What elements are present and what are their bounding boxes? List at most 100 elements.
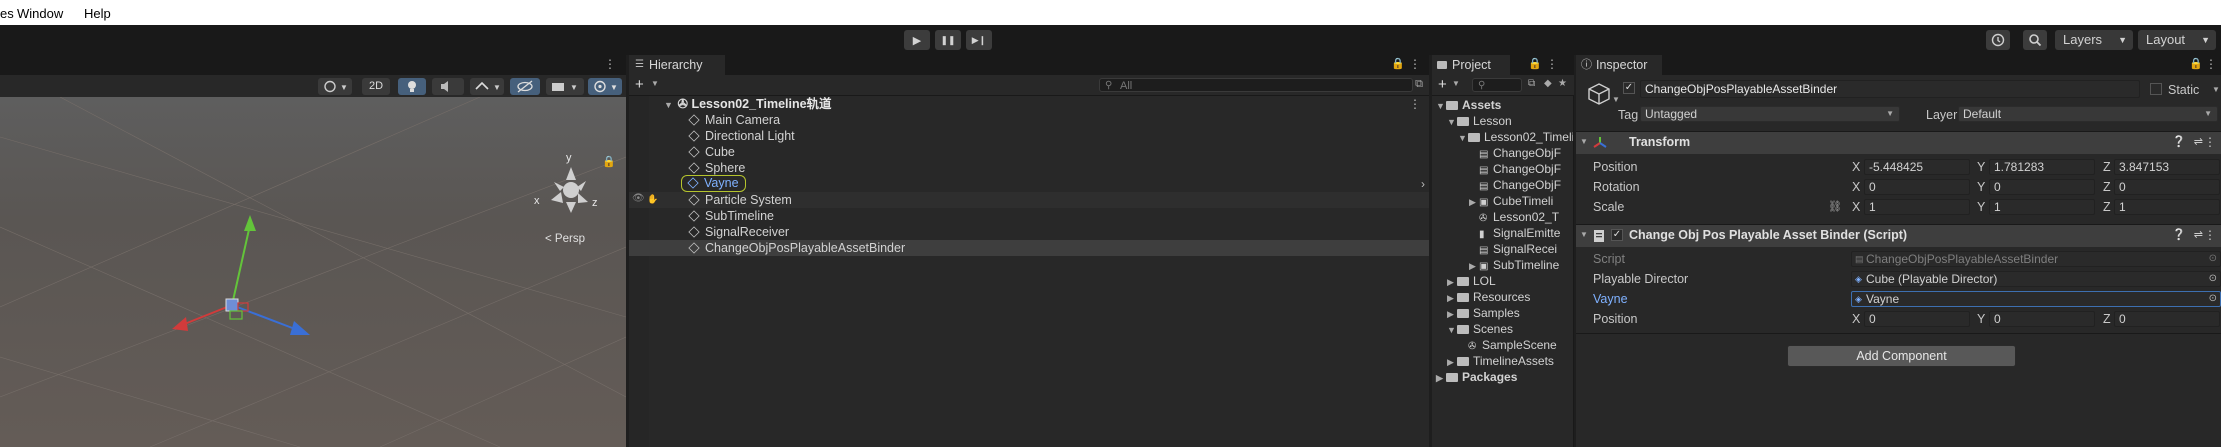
list-item[interactable]: SignalReceiver (688, 224, 789, 240)
project-tree-item[interactable]: ▼ Scenes (1447, 321, 1513, 337)
collapse-arrow-icon[interactable]: ▶ (1469, 194, 1479, 210)
axis-y-label[interactable]: Y (1977, 160, 1985, 174)
add-button[interactable]: + (635, 76, 644, 93)
axis-z-label[interactable]: Z (2103, 180, 2111, 194)
filter-type-icon[interactable]: ⧉ (1528, 78, 1535, 89)
add-component-button[interactable]: Add Component (1787, 345, 2016, 367)
step-button[interactable]: ▶❙ (966, 30, 992, 50)
rotation-x-field[interactable]: 0 (1864, 179, 1970, 195)
project-tree-item[interactable]: ▮ SignalEmitte (1469, 225, 1560, 241)
object-name-input[interactable]: ChangeObjPosPlayableAssetBinder (1640, 80, 2140, 98)
script-component-header[interactable]: ▼ ✓ Change Obj Pos Playable Asset Binder… (1576, 224, 2221, 247)
project-tree-item[interactable]: ▶ Resources (1447, 289, 1530, 305)
rotation-y-field[interactable]: 0 (1989, 179, 2095, 195)
list-item[interactable]: Sphere (688, 160, 745, 176)
presets-icon[interactable]: ⇌ (2194, 135, 2203, 148)
play-button[interactable]: ▶ (904, 30, 930, 50)
project-tree-item[interactable]: ▶ Samples (1447, 305, 1520, 321)
chevron-down-icon[interactable]: ▼ (651, 79, 659, 88)
collapse-arrow-icon[interactable]: ▶ (1469, 258, 1479, 274)
project-tree-item[interactable]: ▶ ▣ CubeTimeli (1469, 193, 1553, 209)
position-y-field[interactable]: 1.781283 (1989, 159, 2095, 175)
component-enabled-checkbox[interactable]: ✓ (1611, 229, 1623, 241)
layer-dropdown[interactable]: Default ▼ (1958, 106, 2218, 122)
tab-hierarchy[interactable]: ☰ Hierarchy (629, 55, 725, 75)
gizmos-icon[interactable]: ▼ (588, 78, 622, 95)
perspective-label[interactable]: < Persp (545, 233, 585, 245)
collapse-arrow-icon[interactable]: ▶ (1447, 274, 1457, 290)
object-picker-icon[interactable]: ⊙ (2209, 292, 2217, 306)
project-tree-item[interactable]: ▶ LOL (1447, 273, 1496, 289)
list-item[interactable]: Cube (688, 144, 735, 160)
scene-viewport[interactable]: y x z 🔒 < Persp (0, 97, 626, 447)
help-icon[interactable]: ❔ (2172, 228, 2186, 241)
effects-icon[interactable]: ▼ (470, 78, 504, 95)
axis-x-label[interactable]: X (1852, 160, 1860, 174)
component-menu-icon[interactable]: ⋮ (2204, 228, 2216, 242)
add-button[interactable]: + (1438, 76, 1447, 93)
chevron-down-icon[interactable]: ▼ (2212, 85, 2220, 94)
chevron-right-icon[interactable]: › (1421, 177, 1425, 191)
axis-z-label[interactable]: Z (2103, 160, 2111, 174)
project-tree-item[interactable]: ▼ Lesson (1447, 113, 1512, 129)
axis-y-label[interactable]: Y (1977, 200, 1985, 214)
hierarchy-search-input[interactable]: ⚲ All (1099, 78, 1413, 92)
expand-arrow-icon[interactable]: ▼ (1580, 230, 1588, 239)
rotation-z-field[interactable]: 0 (2114, 179, 2220, 195)
layers-dropdown[interactable]: Layers ▼ (2055, 30, 2133, 50)
expand-arrow-icon[interactable]: ▼ (1580, 137, 1588, 146)
pause-button[interactable]: ❚❚ (935, 30, 961, 50)
filter-label-icon[interactable]: ◆ (1544, 78, 1552, 89)
link-icon[interactable]: ⛓ (1828, 200, 1842, 213)
collapse-arrow-icon[interactable]: ▶ (1436, 370, 1446, 386)
expand-arrow-icon[interactable]: ▼ (1447, 114, 1457, 130)
script-position-y-field[interactable]: 0 (1989, 311, 2095, 327)
more-options-icon[interactable]: ⋮ (2205, 57, 2217, 71)
expand-arrow-icon[interactable]: ▼ (1458, 130, 1468, 146)
visibility-eye-icon[interactable]: 👁 (632, 193, 645, 204)
project-tree-item[interactable]: ▤ ChangeObjF (1469, 177, 1561, 193)
audio-icon[interactable] (432, 78, 464, 95)
axis-z-label[interactable]: Z (2103, 200, 2111, 214)
active-checkbox[interactable]: ✓ (1623, 82, 1635, 94)
list-item[interactable]: Particle System (688, 192, 792, 208)
project-tree-item[interactable]: ✇ Lesson02_T (1469, 209, 1559, 225)
history-icon[interactable] (1986, 30, 2010, 50)
lock-icon[interactable]: 🔒 (1391, 57, 1405, 70)
menu-item-help[interactable]: Help (84, 6, 111, 21)
project-tree-item[interactable]: ▤ SignalRecei (1469, 241, 1557, 257)
position-x-field[interactable]: -5.448425 (1864, 159, 1970, 175)
project-tree-item[interactable]: ▶ Packages (1436, 369, 1517, 385)
list-item[interactable]: ChangeObjPosPlayableAssetBinder (688, 240, 905, 256)
project-tree-item[interactable]: ✇ SampleScene (1458, 337, 1557, 353)
search-filter-icon[interactable]: ⧉ (1415, 78, 1423, 91)
script-position-z-field[interactable]: 0 (2114, 311, 2220, 327)
expand-arrow-icon[interactable]: ▼ (1447, 322, 1457, 338)
more-options-icon[interactable]: ⋮ (604, 57, 616, 71)
collapse-arrow-icon[interactable]: ▶ (1447, 290, 1457, 306)
help-icon[interactable]: ❔ (2172, 135, 2186, 148)
more-options-icon[interactable]: ⋮ (1546, 57, 1558, 71)
project-tree-item[interactable]: ▶ TimelineAssets (1447, 353, 1554, 369)
chevron-down-icon[interactable]: ▼ (1452, 79, 1460, 88)
lock-icon[interactable]: 🔒 (1528, 57, 1542, 70)
vayne-field[interactable]: ◈ Vayne ⊙ (1851, 291, 2221, 307)
scale-x-field[interactable]: 1 (1864, 199, 1970, 215)
project-tree-item[interactable]: ▤ ChangeObjF (1469, 161, 1561, 177)
shading-mode-icon[interactable]: ▼ (318, 78, 352, 95)
transform-header[interactable]: ▼ Transform ❔ ⇌ ⋮ (1576, 131, 2221, 154)
tab-inspector[interactable]: ⓘ Inspector (1576, 55, 1662, 75)
toggle-2d-button[interactable]: 2D (362, 78, 390, 95)
script-position-x-field[interactable]: 0 (1864, 311, 1970, 327)
tab-project[interactable]: Project (1432, 55, 1510, 75)
axis-x-label[interactable]: X (1852, 200, 1860, 214)
axis-y-label[interactable]: Y (1977, 312, 1985, 326)
playable-director-field[interactable]: ◈ Cube (Playable Director) ⊙ (1851, 271, 2221, 287)
chevron-down-icon[interactable]: ▼ (1612, 95, 1620, 104)
list-item-vayne[interactable]: Vayne (681, 175, 746, 192)
position-z-field[interactable]: 3.847153 (2114, 159, 2220, 175)
search-icon[interactable] (2023, 30, 2047, 50)
project-tree-item[interactable]: ▼ Assets (1436, 97, 1501, 113)
lock-icon[interactable]: 🔒 (602, 155, 616, 168)
project-tree-item[interactable]: ▤ ChangeObjF (1469, 145, 1561, 161)
